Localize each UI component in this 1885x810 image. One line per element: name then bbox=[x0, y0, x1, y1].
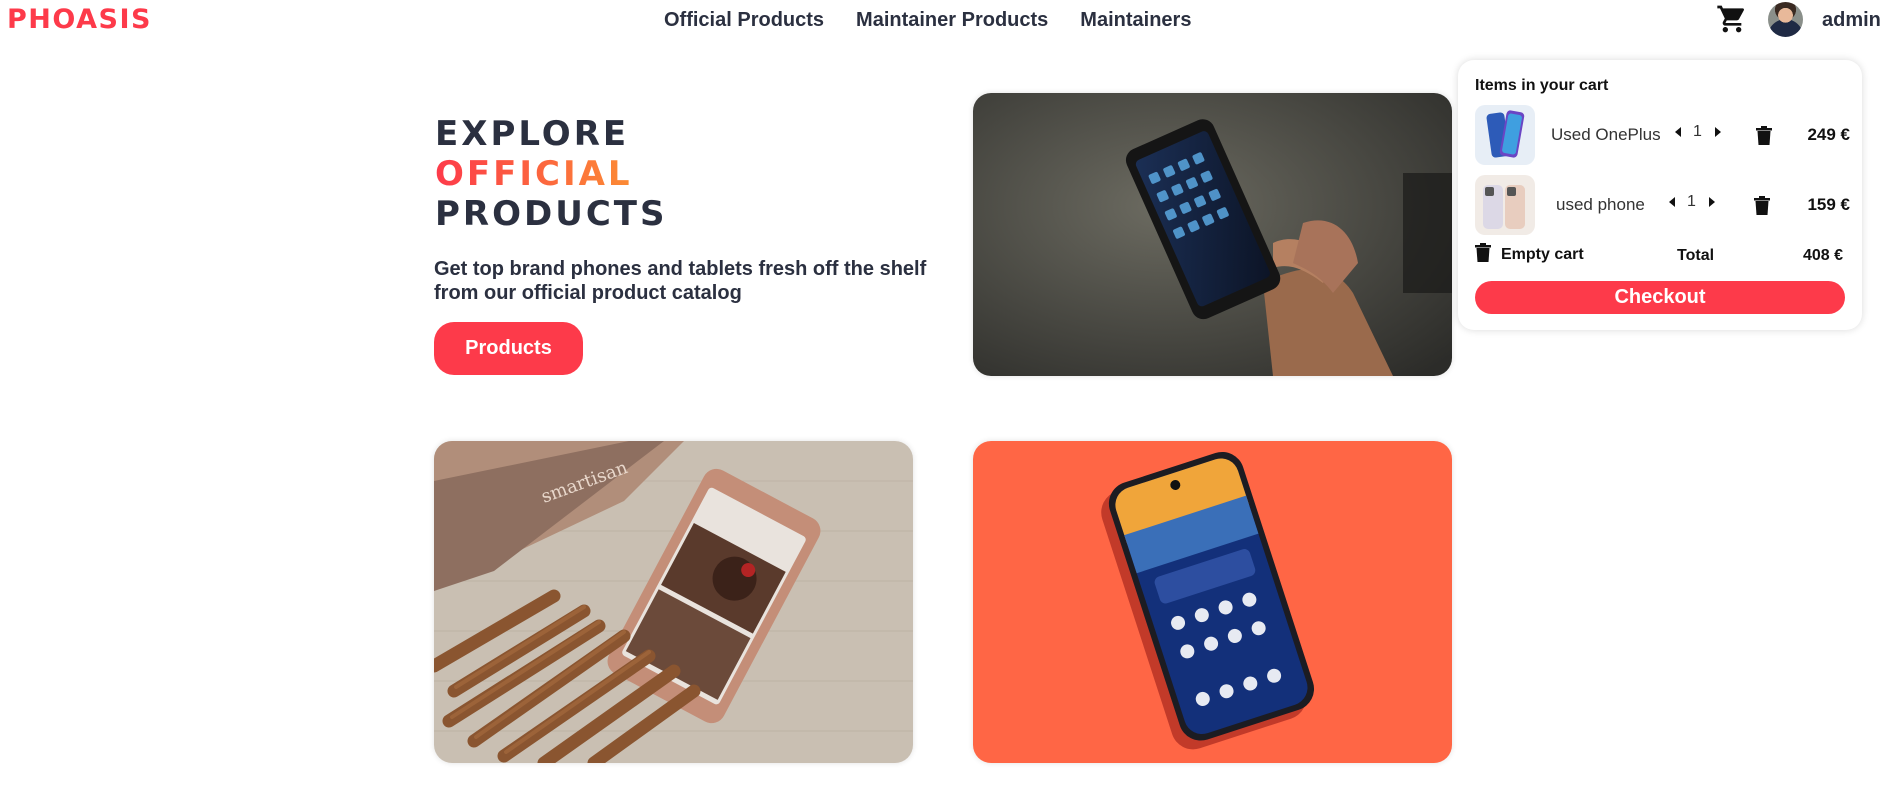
checkout-button[interactable]: Checkout bbox=[1475, 281, 1845, 314]
cart-item-price: 249 € bbox=[1807, 125, 1850, 144]
cart-title: Items in your cart bbox=[1475, 77, 1609, 94]
card-image-rose-phone: smartisan bbox=[434, 441, 913, 763]
hero-title-line-3: PRODUCTS bbox=[435, 194, 668, 234]
card-image-orange-phone bbox=[973, 441, 1452, 763]
cart-item-price: 159 € bbox=[1807, 195, 1850, 214]
decrease-quantity-icon[interactable] bbox=[1675, 127, 1681, 137]
hero-title: EXPLORE OFFICIAL PRODUCTS bbox=[435, 114, 667, 234]
nav-maintainers[interactable]: Maintainers bbox=[1080, 9, 1191, 32]
hero-title-line-1: EXPLORE bbox=[435, 114, 630, 154]
cart-item-thumbnail bbox=[1475, 105, 1535, 165]
decrease-quantity-icon[interactable] bbox=[1669, 197, 1675, 207]
main-nav: Official Products Maintainer Products Ma… bbox=[664, 9, 1191, 32]
cart-item-quantity: 1 bbox=[1687, 193, 1696, 210]
cart-icon[interactable] bbox=[1716, 3, 1748, 35]
trash-icon[interactable] bbox=[1756, 126, 1772, 145]
user-name[interactable]: admin bbox=[1822, 9, 1881, 32]
empty-cart-button[interactable]: Empty cart bbox=[1475, 243, 1584, 267]
nav-official-products[interactable]: Official Products bbox=[664, 9, 824, 32]
hero-title-line-2: OFFICIAL bbox=[435, 154, 667, 194]
increase-quantity-icon[interactable] bbox=[1709, 197, 1715, 207]
avatar[interactable] bbox=[1768, 2, 1803, 37]
products-button[interactable]: Products bbox=[434, 322, 583, 375]
trash-icon bbox=[1475, 243, 1491, 267]
cart-item-name: used phone bbox=[1556, 195, 1645, 214]
cart-item: Used OnePlus 1 249 € bbox=[1475, 105, 1855, 165]
card-image-hand-phone bbox=[973, 93, 1452, 376]
cart-item-name: Used OnePlus bbox=[1551, 125, 1661, 144]
increase-quantity-icon[interactable] bbox=[1715, 127, 1721, 137]
cart-item: used phone 1 159 € bbox=[1475, 175, 1855, 235]
empty-cart-label: Empty cart bbox=[1501, 246, 1584, 263]
brand-logo[interactable]: PHOASIS bbox=[7, 4, 152, 35]
cart-item-quantity: 1 bbox=[1693, 123, 1702, 140]
trash-icon[interactable] bbox=[1754, 196, 1770, 215]
total-label: Total bbox=[1677, 247, 1715, 264]
total-value: 408 € bbox=[1802, 247, 1843, 264]
hero-subtitle: Get top brand phones and tablets fresh o… bbox=[434, 258, 927, 304]
cart-item-thumbnail bbox=[1475, 175, 1535, 235]
cart-popup: Items in your cart Used OnePlus 1 249 € bbox=[1458, 60, 1862, 330]
nav-maintainer-products[interactable]: Maintainer Products bbox=[856, 9, 1048, 32]
